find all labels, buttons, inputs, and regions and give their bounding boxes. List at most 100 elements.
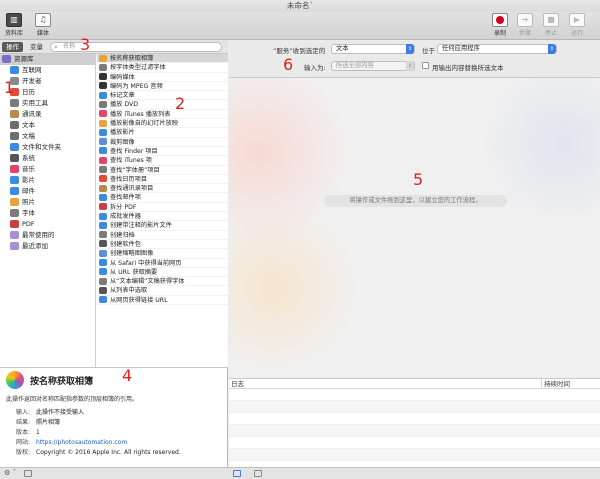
service-input-type-select[interactable]: 文本 ⇕ xyxy=(331,44,415,54)
log-column[interactable]: 日志 xyxy=(231,380,244,388)
dvd-icon xyxy=(99,100,107,108)
library-item[interactable]: 实用工具 xyxy=(0,98,95,109)
gear-icon[interactable]: ⚙ xyxy=(4,469,10,477)
library-item[interactable]: 照片 xyxy=(0,197,95,208)
action-item[interactable]: 从 Safari 中获得当前网页 xyxy=(97,259,228,268)
title-chevron-icon[interactable]: ˅ xyxy=(309,1,313,10)
service-application-value: 任何应用程序 xyxy=(442,45,480,52)
action-item[interactable]: 创建缩略图图像 xyxy=(97,249,228,259)
log-panel: 日志 持续时间 xyxy=(229,378,600,467)
font-icon xyxy=(10,209,19,217)
movie-icon xyxy=(10,176,19,184)
movie-icon xyxy=(99,221,107,229)
search-input[interactable]: ⌕ 名称 xyxy=(50,42,222,52)
library-item[interactable]: 通讯录 xyxy=(0,109,95,120)
action-item[interactable]: 查找邮件项 xyxy=(97,193,228,203)
library-item[interactable]: 影片 xyxy=(0,175,95,186)
action-item[interactable]: 播放影像自的幻灯片放映 xyxy=(97,119,228,129)
action-item-label: 查找“字体册”项目 xyxy=(110,166,160,174)
font-icon xyxy=(99,63,107,71)
run-button[interactable]: ▶ 运行 xyxy=(566,13,588,37)
folder-icon xyxy=(10,242,19,250)
replace-selection-checkbox[interactable] xyxy=(422,62,429,69)
prop-copyright: 版权: Copyright © 2016 Apple Inc. All right… xyxy=(6,447,181,456)
service-input-as-label: 输入为: xyxy=(304,64,326,72)
action-list: 按名称获取相簿 按字体类型过滤字体 编码媒体 编码为 MPEG 音频 标记文章 播放 DV… xyxy=(97,54,228,367)
library-item[interactable]: 日历 xyxy=(0,87,95,98)
list-view-icon[interactable] xyxy=(24,470,32,477)
library-item-label: 互联网 xyxy=(22,66,42,74)
action-item[interactable]: 查找日历项目 xyxy=(97,175,228,185)
library-item[interactable]: 文稿 xyxy=(0,131,95,142)
library-item[interactable]: PDF xyxy=(0,219,95,230)
action-item[interactable]: 标记文章 xyxy=(97,91,228,101)
record-button[interactable]: 录制 xyxy=(489,13,511,37)
library-label: 资料库 xyxy=(4,30,23,37)
archive-icon xyxy=(99,231,107,239)
action-item[interactable]: 查找 Finder 项目 xyxy=(97,147,228,157)
library-header: 操作 变量 ⌕ 名称 xyxy=(0,40,228,54)
action-item[interactable]: 拆分 PDF xyxy=(97,203,228,213)
action-item[interactable]: 查找 iTunes 项 xyxy=(97,156,228,166)
tools-icon xyxy=(10,99,19,107)
library-item[interactable]: 音乐 xyxy=(0,164,95,175)
font-icon xyxy=(99,166,107,174)
media-label: 媒体 xyxy=(36,30,49,37)
workflow-area[interactable]: 将操作或文件拖到这里，以建立您的工作流程。 xyxy=(229,78,600,378)
annotation-number: 2 xyxy=(175,94,186,113)
service-input-as-select[interactable]: 所选全部内容 ⇕ xyxy=(331,61,415,71)
action-item[interactable]: 从列表中选取 xyxy=(97,286,228,296)
prop-key: 版权: xyxy=(15,449,30,456)
crop-icon xyxy=(99,138,107,146)
library-item[interactable]: 字体 xyxy=(0,208,95,219)
action-item[interactable]: 播放 iTunes 播放列表 xyxy=(97,110,228,120)
stop-button[interactable]: ■ 停止 xyxy=(540,13,562,37)
textedit-icon xyxy=(99,277,107,285)
library-item-label: 字体 xyxy=(22,209,35,217)
duration-column[interactable]: 持续时间 xyxy=(541,379,570,389)
action-item[interactable]: 从“文本编辑”文稿获得字体 xyxy=(97,277,228,287)
action-item[interactable]: 播放 DVD xyxy=(97,100,228,110)
tab-variables[interactable]: 变量 xyxy=(26,42,47,52)
tab-actions[interactable]: 操作 xyxy=(2,42,23,52)
action-item[interactable]: 创建软件包 xyxy=(97,240,228,250)
log-view-icon[interactable] xyxy=(233,470,241,477)
chevron-down-icon[interactable]: ˅ xyxy=(13,469,16,476)
library-item[interactable]: 资源库 xyxy=(0,54,95,65)
action-item[interactable]: 查找“字体册”项目 xyxy=(97,166,228,175)
action-item[interactable]: 创建归档 xyxy=(97,231,228,240)
library-item[interactable]: 系统 xyxy=(0,153,95,164)
action-item[interactable]: 播放影片 xyxy=(97,128,228,138)
action-item[interactable]: 成批发件器 xyxy=(97,212,228,222)
service-application-select[interactable]: 任何应用程序 ⇕ xyxy=(437,44,557,54)
library-item[interactable]: 开发者 xyxy=(0,76,95,87)
action-item[interactable]: 编码为 MPEG 音频 xyxy=(97,82,228,92)
library-item[interactable]: 互联网 xyxy=(0,65,95,76)
action-item[interactable]: 从 URL 获取摘要 xyxy=(97,268,228,278)
safari-icon xyxy=(99,296,107,304)
action-item[interactable]: 查找通讯录项目 xyxy=(97,184,228,194)
chevron-updown-icon: ⇕ xyxy=(406,61,414,71)
website-link[interactable]: https://photosautomation.com xyxy=(36,439,127,446)
stop-icon: ■ xyxy=(543,13,559,27)
library-item[interactable]: 文件和文件夹 xyxy=(0,142,95,153)
action-item[interactable]: 从网页获得链接 URL xyxy=(97,296,228,306)
action-item[interactable]: 按字体类型过滤字体 xyxy=(97,63,228,73)
step-button[interactable]: ➜ 步骤 xyxy=(514,13,536,37)
library-button[interactable]: ▥ 资料库 xyxy=(3,13,25,37)
variables-view-icon[interactable] xyxy=(254,470,262,477)
chevron-updown-icon: ⇕ xyxy=(548,44,556,54)
library-item-label: 系统 xyxy=(22,154,35,162)
library-item[interactable]: 邮件 xyxy=(0,186,95,197)
media-button[interactable]: ♫ 媒体 xyxy=(32,13,54,37)
action-item[interactable]: 裁剪图像 xyxy=(97,138,228,147)
action-item[interactable]: 编码媒体 xyxy=(97,73,228,82)
finder-icon xyxy=(99,147,107,155)
library-item[interactable]: 文本 xyxy=(0,120,95,131)
action-item[interactable]: 创建带注释的影片文件 xyxy=(97,221,228,231)
library-item[interactable]: 最近添加 xyxy=(0,241,95,252)
title-bar: 未命名˅ xyxy=(0,0,600,12)
library-item[interactable]: 最常使用的 xyxy=(0,230,95,241)
library-item-label: 照片 xyxy=(22,198,35,206)
action-item[interactable]: 按名称获取相簿 xyxy=(97,54,228,64)
